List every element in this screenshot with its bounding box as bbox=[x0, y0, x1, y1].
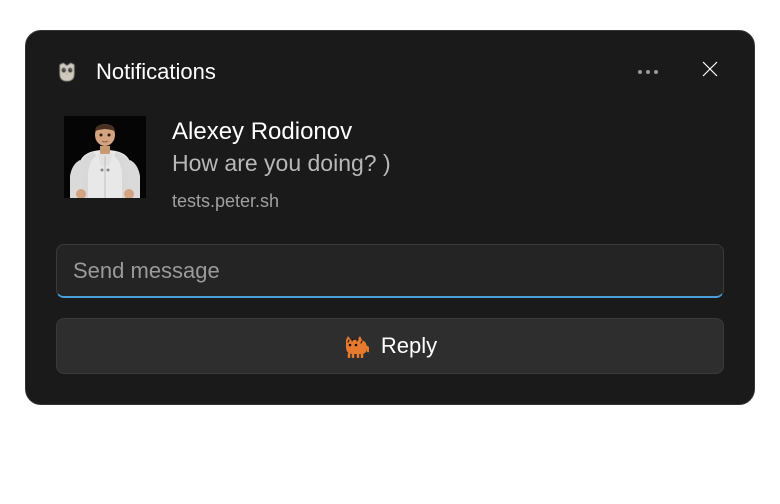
notification-content: Alexey Rodionov How are you doing? ) tes… bbox=[56, 116, 724, 212]
notification-source: tests.peter.sh bbox=[172, 191, 391, 212]
app-icon bbox=[56, 61, 78, 83]
cat-icon bbox=[343, 334, 369, 358]
text-content: Alexey Rodionov How are you doing? ) tes… bbox=[172, 116, 391, 212]
header-left: Notifications bbox=[56, 59, 216, 85]
message-input[interactable] bbox=[56, 244, 724, 298]
notification-toast: Notifications bbox=[25, 30, 755, 405]
reply-button[interactable]: Reply bbox=[56, 318, 724, 374]
close-button[interactable] bbox=[696, 55, 724, 88]
reply-button-label: Reply bbox=[381, 333, 437, 359]
input-wrapper bbox=[56, 244, 724, 298]
sender-avatar bbox=[64, 116, 146, 198]
message-body: How are you doing? ) bbox=[172, 149, 391, 179]
notification-header: Notifications bbox=[56, 55, 724, 88]
more-options-button[interactable] bbox=[632, 64, 664, 80]
sender-name: Alexey Rodionov bbox=[172, 116, 391, 147]
header-title: Notifications bbox=[96, 59, 216, 85]
header-right bbox=[632, 55, 724, 88]
